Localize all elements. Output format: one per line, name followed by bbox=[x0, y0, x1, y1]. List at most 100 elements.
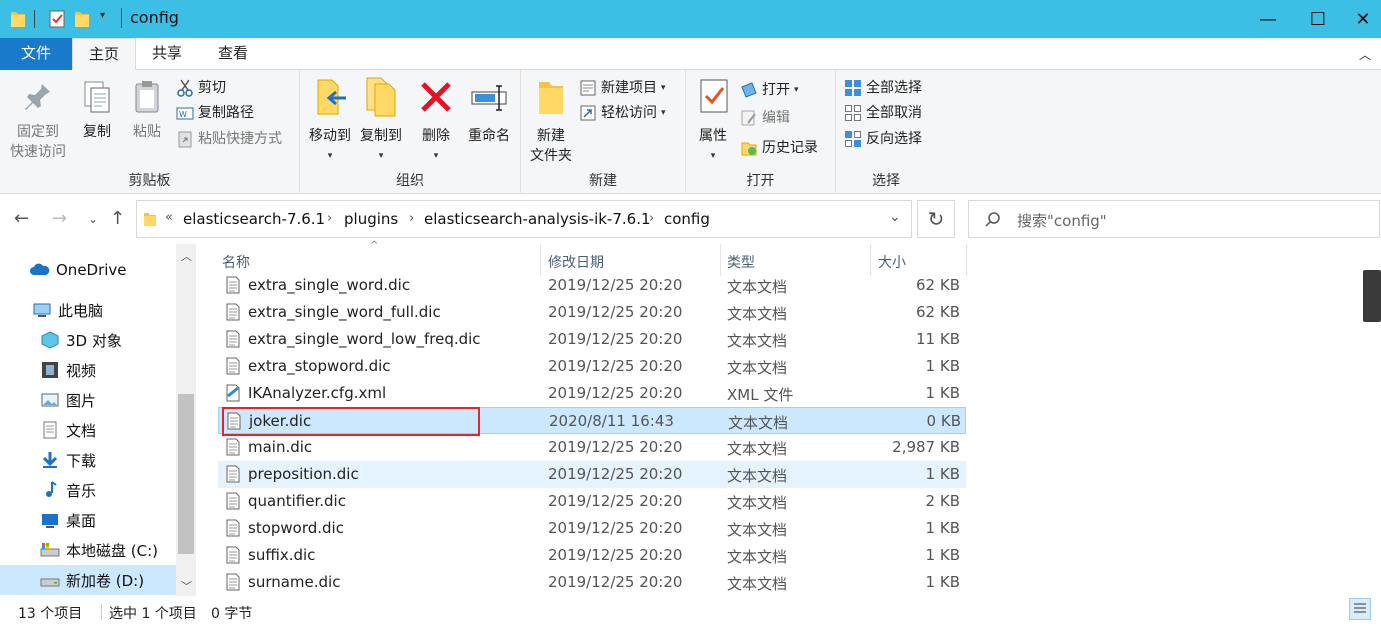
pin-quick-access-button[interactable]: 固定到 快速访问 bbox=[6, 80, 70, 162]
table-row[interactable]: preposition.dic 2019/12/25 20:20 文本文档 1 KB bbox=[218, 461, 966, 488]
desktop-icon bbox=[42, 514, 58, 528]
file-name[interactable]: extra_single_word_low_freq.dic bbox=[248, 330, 481, 348]
address-history-chevron-icon[interactable]: ⌄ bbox=[889, 209, 901, 225]
refresh-button[interactable]: ↻ bbox=[917, 200, 955, 238]
pin-icon bbox=[25, 84, 50, 110]
sidebar-item-drive-c[interactable]: 本地磁盘 (C:) bbox=[0, 535, 176, 565]
file-date: 2019/12/25 20:20 bbox=[548, 492, 683, 510]
table-row[interactable]: suffix.dic 2019/12/25 20:20 文本文档 1 KB bbox=[218, 542, 966, 569]
address-bar[interactable]: « elasticsearch-7.6.1 › plugins › elasti… bbox=[136, 200, 912, 238]
column-header-type[interactable]: 类型 bbox=[727, 252, 755, 272]
file-name[interactable]: stopword.dic bbox=[248, 519, 344, 537]
chevron-right-icon[interactable]: › bbox=[649, 211, 654, 226]
file-name[interactable]: extra_single_word.dic bbox=[248, 276, 410, 294]
tab-file[interactable]: 文件 bbox=[0, 38, 72, 70]
table-row[interactable]: surname.dic 2019/12/25 20:20 文本文档 1 KB bbox=[218, 569, 966, 596]
breadcrumb-plugins[interactable]: plugins bbox=[344, 210, 398, 228]
customize-quick-access-icon[interactable]: ▾ bbox=[100, 10, 105, 21]
new-folder-quick-icon[interactable] bbox=[74, 9, 90, 29]
column-header-size[interactable]: 大小 bbox=[878, 252, 906, 272]
tab-view[interactable]: 查看 bbox=[202, 38, 264, 70]
easy-access-button[interactable]: 轻松访问 ▾ bbox=[579, 101, 666, 125]
tab-share[interactable]: 共享 bbox=[136, 38, 198, 70]
chevron-right-icon[interactable]: › bbox=[409, 211, 414, 226]
table-row[interactable]: stopword.dic 2019/12/25 20:20 文本文档 1 KB bbox=[218, 515, 966, 542]
file-name[interactable]: extra_stopword.dic bbox=[248, 357, 391, 375]
sidebar-scroll-thumb[interactable] bbox=[178, 394, 194, 554]
search-box[interactable]: 搜索"config" bbox=[968, 200, 1380, 238]
sidebar-item-pictures[interactable]: 图片 bbox=[0, 385, 176, 415]
minimize-button[interactable]: — bbox=[1245, 0, 1291, 38]
chevron-up-icon[interactable]: ︿ bbox=[1359, 46, 1371, 63]
copy-path-button[interactable]: W 复制路径 bbox=[176, 101, 254, 125]
table-row[interactable]: extra_stopword.dic 2019/12/25 20:20 文本文档 1 … bbox=[218, 353, 966, 380]
move-to-button[interactable]: 移动到 ▾ bbox=[304, 76, 356, 166]
properties-quick-icon[interactable] bbox=[48, 9, 66, 29]
sidebar-item-drive-d[interactable]: 新加卷 (D:) bbox=[0, 565, 176, 595]
maximize-button[interactable]: ☐ bbox=[1295, 0, 1341, 38]
properties-button[interactable]: 属性 ▾ bbox=[690, 76, 736, 166]
new-item-button[interactable]: 新建项目 ▾ bbox=[579, 76, 666, 100]
recent-locations-chevron-icon[interactable]: ⌄ bbox=[88, 212, 98, 226]
sidebar-scrollbar[interactable]: ︿ ﹀ bbox=[176, 244, 196, 596]
file-name[interactable]: IKAnalyzer.cfg.xml bbox=[248, 384, 386, 402]
close-button[interactable]: ✕ bbox=[1340, 0, 1381, 38]
breadcrumb-elasticsearch[interactable]: elasticsearch-7.6.1 bbox=[183, 210, 325, 228]
invert-selection-button[interactable]: 反向选择 bbox=[844, 127, 922, 151]
copy-icon bbox=[84, 81, 110, 113]
table-row[interactable]: quantifier.dic 2019/12/25 20:20 文本文档 2 KB bbox=[218, 488, 966, 515]
file-type: 文本文档 bbox=[727, 521, 788, 539]
table-row[interactable]: IKAnalyzer.cfg.xml 2019/12/25 20:20 XML 文件… bbox=[218, 380, 966, 407]
table-row[interactable]: main.dic 2019/12/25 20:20 文本文档 2,987 KB bbox=[218, 434, 966, 461]
sidebar-item-music[interactable]: 音乐 bbox=[0, 475, 176, 505]
select-none-button[interactable]: 全部取消 bbox=[844, 101, 922, 125]
file-name[interactable]: extra_single_word_full.dic bbox=[248, 303, 441, 321]
table-row[interactable]: extra_single_word_low_freq.dic 2019/12/25… bbox=[218, 326, 966, 353]
side-widget[interactable] bbox=[1363, 270, 1381, 322]
edit-button[interactable]: 编辑 bbox=[740, 106, 790, 130]
file-name[interactable]: main.dic bbox=[248, 438, 312, 456]
sidebar-item-3d-objects[interactable]: 3D 对象 bbox=[0, 325, 176, 355]
scroll-up-icon[interactable]: ︿ bbox=[181, 248, 192, 264]
rename-button[interactable]: 重命名 bbox=[462, 76, 516, 146]
table-row[interactable]: extra_single_word_full.dic 2019/12/25 20:… bbox=[218, 299, 966, 326]
up-arrow-icon[interactable]: ↑ bbox=[110, 208, 125, 229]
file-date: 2019/12/25 20:20 bbox=[548, 276, 683, 294]
table-row[interactable]: extra_single_word.dic 2019/12/25 20:20 文本文… bbox=[218, 272, 966, 299]
sidebar-item-documents[interactable]: 文档 bbox=[0, 415, 176, 445]
scroll-down-icon[interactable]: ﹀ bbox=[181, 578, 192, 594]
breadcrumb-analysis-ik[interactable]: elasticsearch-analysis-ik-7.6.1 bbox=[424, 210, 651, 228]
sidebar-item-videos[interactable]: 视频 bbox=[0, 355, 176, 385]
open-button[interactable]: 打开 ▾ bbox=[740, 78, 799, 102]
delete-button[interactable]: 删除 ▾ bbox=[414, 76, 458, 166]
select-all-button[interactable]: 全部选择 bbox=[844, 76, 922, 100]
tab-home[interactable]: 主页 bbox=[72, 38, 137, 71]
breadcrumb-config[interactable]: config bbox=[664, 210, 710, 228]
file-name[interactable]: quantifier.dic bbox=[248, 492, 346, 510]
cut-button[interactable]: 剪切 bbox=[176, 76, 226, 100]
history-button[interactable]: 历史记录 bbox=[740, 136, 818, 160]
new-folder-button[interactable]: 新建 文件夹 bbox=[523, 76, 579, 166]
path-overflow[interactable]: « bbox=[165, 210, 173, 225]
computer-icon bbox=[33, 303, 51, 317]
file-name[interactable]: preposition.dic bbox=[248, 465, 359, 483]
file-name[interactable]: surname.dic bbox=[248, 573, 340, 591]
sidebar-item-onedrive[interactable]: OneDrive bbox=[0, 255, 176, 285]
details-view-button[interactable] bbox=[1349, 598, 1371, 620]
copy-to-button[interactable]: 复制到 ▾ bbox=[356, 76, 406, 166]
paste-shortcut-button[interactable]: 粘贴快捷方式 bbox=[176, 127, 282, 151]
sidebar-item-desktop[interactable]: 桌面 bbox=[0, 505, 176, 535]
copy-button[interactable]: 复制 bbox=[74, 80, 120, 142]
column-header-date[interactable]: 修改日期 bbox=[548, 252, 604, 272]
file-date: 2019/12/25 20:20 bbox=[548, 357, 683, 375]
file-date: 2019/12/25 20:20 bbox=[548, 384, 683, 402]
search-icon bbox=[985, 212, 1000, 227]
back-arrow-icon[interactable]: ← bbox=[14, 208, 29, 229]
column-header-name[interactable]: 名称 bbox=[222, 252, 250, 272]
sidebar-item-downloads[interactable]: 下载 bbox=[0, 445, 176, 475]
chevron-right-icon[interactable]: › bbox=[327, 211, 332, 226]
paste-button[interactable]: 粘贴 bbox=[124, 80, 170, 142]
sidebar-item-this-pc[interactable]: 此电脑 bbox=[0, 295, 176, 325]
file-name[interactable]: suffix.dic bbox=[248, 546, 315, 564]
forward-arrow-icon[interactable]: → bbox=[52, 208, 67, 229]
